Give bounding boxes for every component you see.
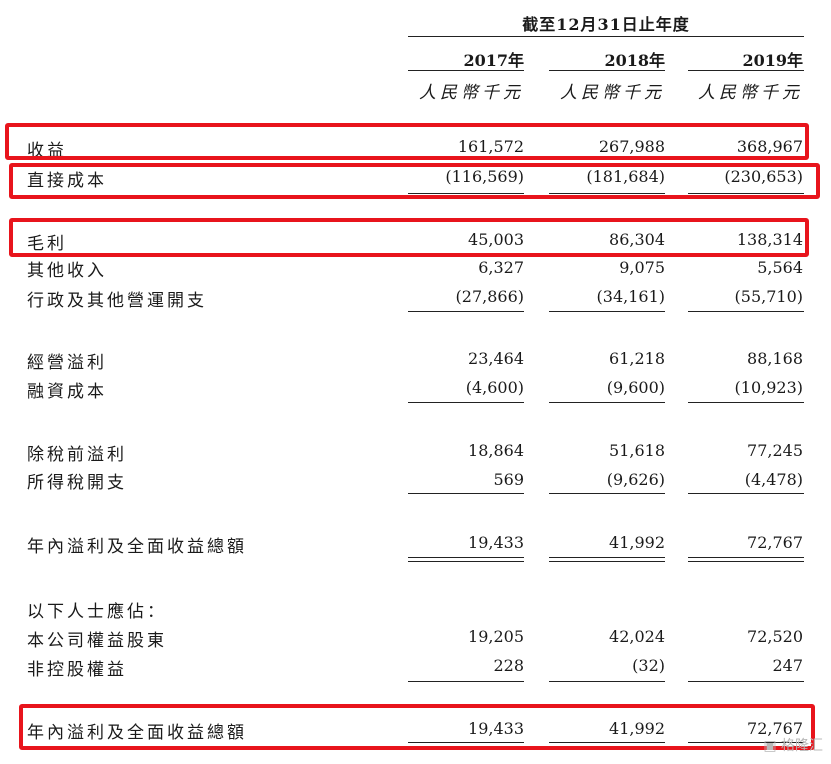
subtotal-rule-3c xyxy=(688,402,804,403)
row-label-admin-expenses: 行政及其他營運開支 xyxy=(27,291,207,311)
unit-2017: 人民幣千元 xyxy=(419,83,524,103)
operating-profit-2017: 23,464 xyxy=(468,349,524,368)
total-double-rule-1b xyxy=(549,557,665,562)
unit-2019: 人民幣千元 xyxy=(698,83,803,103)
year-2019-header: 2019年 xyxy=(742,51,803,70)
admin-expenses-2017: (27,866) xyxy=(455,287,524,306)
watermark-logo: ▣ 格隆汇 xyxy=(763,735,823,755)
unit-2018: 人民幣千元 xyxy=(560,83,665,103)
subtotal-rule-5b xyxy=(549,681,665,682)
other-income-2019: 5,564 xyxy=(757,258,803,277)
subtotal-rule-3b xyxy=(549,402,665,403)
subtotal-rule-2b xyxy=(549,311,665,312)
income-tax-2018: (9,626) xyxy=(606,470,665,489)
finance-cost-2018: (9,600) xyxy=(606,378,665,397)
row-label-non-controlling: 非控股權益 xyxy=(27,660,127,680)
watermark-icon: ▣ xyxy=(763,738,777,754)
row-label-attributable-to: 以下人士應佔： xyxy=(27,602,167,622)
profit-before-tax-2019: 77,245 xyxy=(747,441,803,460)
total-income-2019: 72,767 xyxy=(747,533,803,552)
subtotal-rule-4a xyxy=(408,493,524,494)
row-label-other-income: 其他收入 xyxy=(27,261,107,281)
finance-cost-2019: (10,923) xyxy=(734,378,803,397)
year-2018-header: 2018年 xyxy=(604,51,665,70)
row-label-operating-profit: 經營溢利 xyxy=(27,353,107,373)
year-2017-header: 2017年 xyxy=(463,51,524,70)
subtotal-rule-4b xyxy=(549,493,665,494)
subtotal-rule-4c xyxy=(688,493,804,494)
row-label-income-tax: 所得稅開支 xyxy=(27,473,127,493)
year-rule-2 xyxy=(549,70,665,71)
operating-profit-2019: 88,168 xyxy=(747,349,803,368)
period-header: 截至12月31日止年度 xyxy=(522,15,690,34)
finance-cost-2017: (4,600) xyxy=(465,378,524,397)
subtotal-rule-5c xyxy=(688,681,804,682)
other-income-2017: 6,327 xyxy=(478,258,524,277)
equity-shareholders-2018: 42,024 xyxy=(609,627,665,646)
other-income-2018: 9,075 xyxy=(619,258,665,277)
subtotal-rule-2a xyxy=(408,311,524,312)
income-tax-2017: 569 xyxy=(493,470,524,489)
non-controlling-2019: 247 xyxy=(772,656,803,675)
year-rule-3 xyxy=(688,70,804,71)
profit-before-tax-2018: 51,618 xyxy=(609,441,665,460)
non-controlling-2017: 228 xyxy=(493,656,524,675)
row-label-profit-before-tax: 除稅前溢利 xyxy=(27,445,127,465)
income-tax-2019: (4,478) xyxy=(744,470,803,489)
highlight-direct-cost xyxy=(9,163,820,199)
period-header-rule xyxy=(408,36,804,37)
subtotal-rule-5a xyxy=(408,681,524,682)
subtotal-rule-3a xyxy=(408,402,524,403)
year-rule-1 xyxy=(408,70,524,71)
operating-profit-2018: 61,218 xyxy=(609,349,665,368)
non-controlling-2018: (32) xyxy=(632,656,665,675)
row-label-finance-cost: 融資成本 xyxy=(27,382,107,402)
highlight-final-total xyxy=(19,704,815,750)
total-income-2018: 41,992 xyxy=(609,533,665,552)
total-income-2017: 19,433 xyxy=(468,533,524,552)
equity-shareholders-2017: 19,205 xyxy=(468,627,524,646)
total-double-rule-1c xyxy=(688,557,804,562)
row-label-total-comprehensive-income: 年內溢利及全面收益總額 xyxy=(27,537,247,557)
highlight-gross-profit xyxy=(9,218,809,257)
profit-before-tax-2017: 18,864 xyxy=(468,441,524,460)
subtotal-rule-2c xyxy=(688,311,804,312)
admin-expenses-2019: (55,710) xyxy=(734,287,803,306)
row-label-equity-shareholders: 本公司權益股東 xyxy=(27,631,167,651)
total-double-rule-1a xyxy=(408,557,524,562)
highlight-revenue xyxy=(5,123,809,160)
equity-shareholders-2019: 72,520 xyxy=(747,627,803,646)
watermark-text: 格隆汇 xyxy=(781,738,823,754)
admin-expenses-2018: (34,161) xyxy=(596,287,665,306)
